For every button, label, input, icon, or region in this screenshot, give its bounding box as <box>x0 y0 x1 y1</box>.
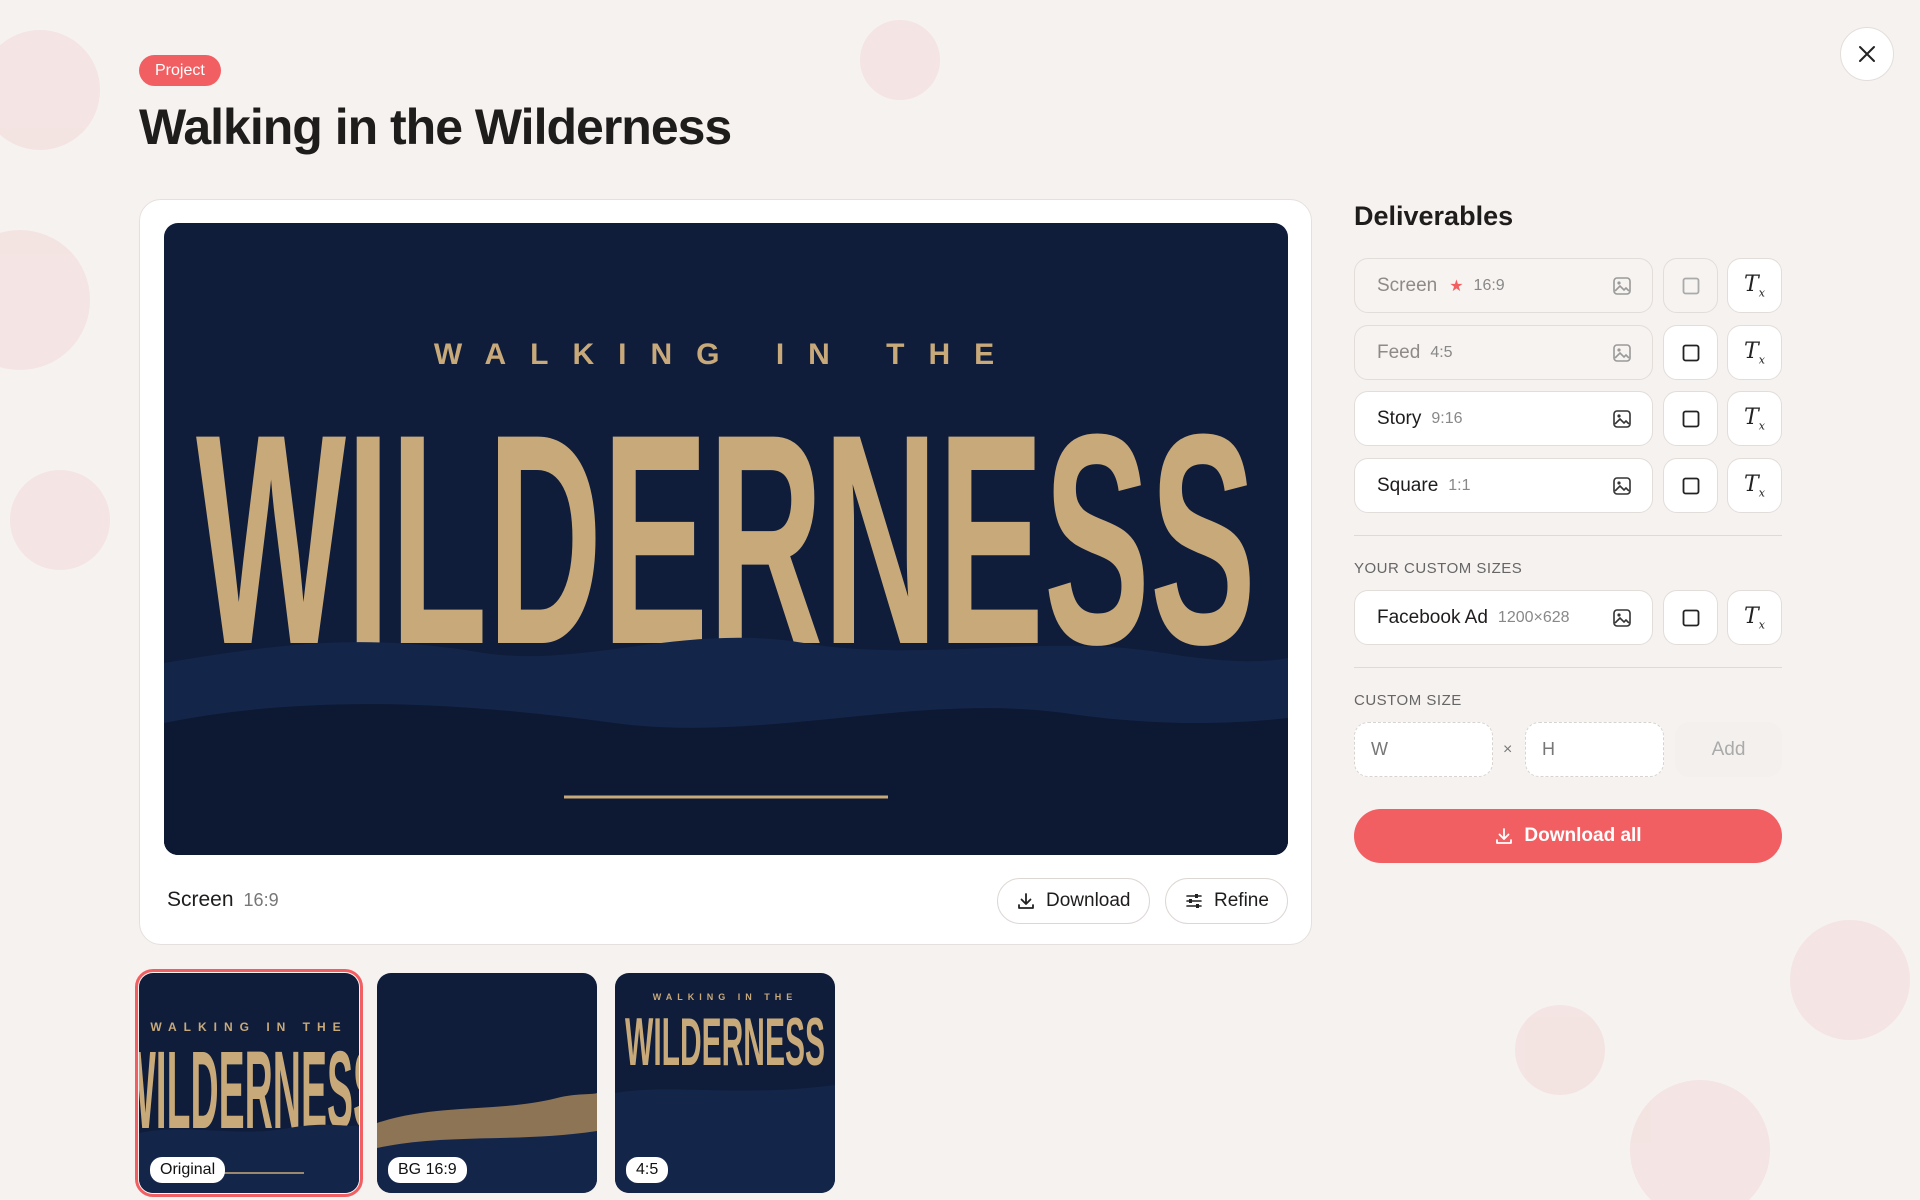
clear-format-icon: Tx <box>1744 603 1765 632</box>
deliverable-field[interactable]: Feed 4:5 <box>1354 325 1653 380</box>
download-icon <box>1496 828 1513 844</box>
svg-text:WILDERNESS: WILDERNESS <box>625 1004 825 1080</box>
clear-text-button[interactable]: Tx <box>1727 325 1782 380</box>
clear-format-icon: Tx <box>1744 338 1765 367</box>
deliverable-label: Feed <box>1377 341 1421 363</box>
deliverable-row-screen: Screen ★ 16:9 Tx <box>1354 258 1782 313</box>
clear-format-icon: Tx <box>1744 271 1765 300</box>
checkbox-icon <box>1682 477 1699 494</box>
image-icon <box>1613 344 1631 362</box>
divider <box>1354 535 1782 536</box>
checkbox-button[interactable] <box>1663 391 1718 446</box>
artwork-image: WALKING IN THE WILDERNESS <box>164 223 1288 855</box>
custom-size-heading: CUSTOM SIZE <box>1354 692 1462 709</box>
refine-button[interactable]: Refine <box>1165 878 1288 924</box>
project-badge: Project <box>139 55 221 86</box>
clear-text-button[interactable]: Tx <box>1727 391 1782 446</box>
page-title: Walking in the Wilderness <box>139 99 732 155</box>
deliverable-row-feed: Feed 4:5 Tx <box>1354 325 1782 380</box>
deliverable-ratio: 1200×628 <box>1497 608 1570 626</box>
checkbox-icon <box>1682 277 1699 294</box>
checkbox-icon <box>1682 410 1699 427</box>
checkbox-icon <box>1682 609 1699 626</box>
divider <box>1354 667 1782 668</box>
deliverable-field[interactable]: Facebook Ad 1200×628 <box>1354 590 1653 645</box>
image-icon <box>1613 277 1631 295</box>
deliverable-field[interactable]: Square 1:1 <box>1354 458 1653 513</box>
deliverable-ratio: 1:1 <box>1448 476 1471 494</box>
download-all-button[interactable]: Download all <box>1354 809 1782 863</box>
star-icon: ★ <box>1449 277 1464 295</box>
checkbox-icon <box>1682 344 1699 361</box>
svg-text:WALKING IN THE: WALKING IN THE <box>653 992 798 1002</box>
height-input[interactable] <box>1525 722 1664 777</box>
clear-format-icon: Tx <box>1744 471 1765 500</box>
download-label: Download <box>1046 890 1131 911</box>
deliverable-row-square: Square 1:1 Tx <box>1354 458 1782 513</box>
deliverable-ratio: 16:9 <box>1473 276 1505 294</box>
image-icon <box>1613 609 1631 627</box>
times-separator: × <box>1503 741 1513 758</box>
deliverable-label: Square <box>1377 474 1439 496</box>
thumbnail-label: 4:5 <box>626 1157 669 1183</box>
preview-artwork: WALKING IN THE WILDERNESS <box>164 223 1288 855</box>
checkbox-button[interactable] <box>1663 325 1718 380</box>
thumbnail-label: BG 16:9 <box>388 1157 467 1183</box>
preview-card: WALKING IN THE WILDERNESS Screen 16:9 Do… <box>139 199 1312 945</box>
custom-sizes-heading: YOUR CUSTOM SIZES <box>1354 560 1523 577</box>
preview-label: Screen <box>167 888 234 911</box>
download-all-label: Download all <box>1524 825 1642 846</box>
deliverable-row-story: Story 9:16 Tx <box>1354 391 1782 446</box>
deliverable-row-facebook-ad: Facebook Ad 1200×628 Tx <box>1354 590 1782 645</box>
download-icon <box>1018 893 1034 909</box>
preview-ratio: 16:9 <box>243 890 279 910</box>
clear-text-button[interactable]: Tx <box>1727 458 1782 513</box>
deliverable-field[interactable]: Screen ★ 16:9 <box>1354 258 1653 313</box>
close-button[interactable] <box>1840 27 1894 81</box>
deliverables-title: Deliverables <box>1354 201 1514 231</box>
preview-format-label: Screen 16:9 <box>167 888 279 912</box>
thumbnail-4-5[interactable]: WALKING IN THE WILDERNESS 4:5 <box>615 973 835 1193</box>
width-input[interactable] <box>1354 722 1493 777</box>
thumbnail-original[interactable]: WALKING IN THE WILDERNESS Original <box>135 969 363 1197</box>
image-icon <box>1613 477 1631 495</box>
clear-text-button[interactable]: Tx <box>1727 258 1782 313</box>
artwork-line1: WALKING IN THE <box>434 338 1018 371</box>
image-icon <box>1613 410 1631 428</box>
deliverable-field[interactable]: Story 9:16 <box>1354 391 1653 446</box>
close-icon <box>1859 46 1875 62</box>
refine-label: Refine <box>1214 890 1269 911</box>
deliverable-label: Facebook Ad <box>1377 606 1488 628</box>
deliverable-label: Story <box>1377 407 1422 429</box>
deliverable-ratio: 9:16 <box>1431 409 1463 427</box>
deliverable-label: Screen <box>1377 274 1438 296</box>
thumbnail-label: Original <box>150 1157 226 1183</box>
checkbox-button[interactable] <box>1663 458 1718 513</box>
clear-format-icon: Tx <box>1744 404 1765 433</box>
deliverable-ratio: 4:5 <box>1430 343 1453 361</box>
checkbox-button[interactable] <box>1663 258 1718 313</box>
add-size-button[interactable]: Add <box>1675 722 1782 777</box>
sliders-icon <box>1186 894 1202 908</box>
checkbox-button[interactable] <box>1663 590 1718 645</box>
download-button[interactable]: Download <box>997 878 1150 924</box>
clear-text-button[interactable]: Tx <box>1727 590 1782 645</box>
thumbnail-bg[interactable]: BG 16:9 <box>377 973 597 1193</box>
